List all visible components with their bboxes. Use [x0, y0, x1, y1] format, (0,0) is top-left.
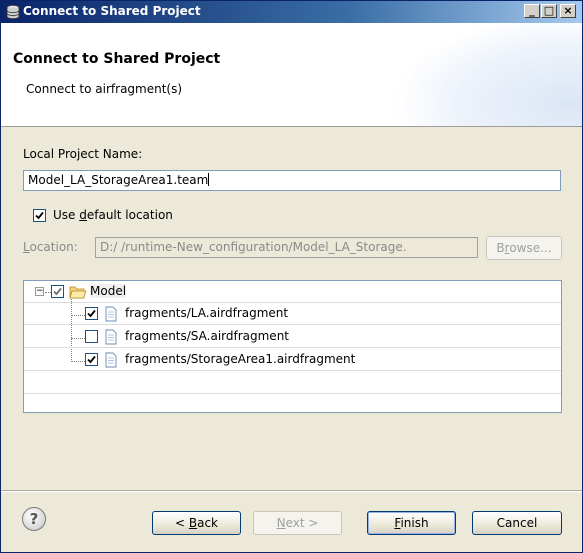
cancel-button[interactable]: Cancel: [472, 511, 562, 535]
minimize-button[interactable]: _: [524, 4, 540, 18]
tree-item-label: fragments/StorageArea1.airdfragment: [125, 352, 356, 366]
maximize-icon: □: [543, 4, 555, 17]
database-icon: [6, 4, 20, 20]
checkmark-icon: [53, 287, 62, 296]
local-project-name-label: Local Project Name:: [23, 147, 143, 161]
use-default-location-checkbox[interactable]: [33, 209, 46, 222]
dialog-window: Connect to Shared Project _ □ × Connect …: [0, 0, 583, 553]
use-default-location-mnemonic: d: [79, 208, 87, 222]
collapse-icon[interactable]: −: [35, 287, 44, 296]
tree-row-model[interactable]: − Model: [24, 281, 561, 303]
location-label-rest: ocation:: [29, 240, 78, 254]
finish-button[interactable]: Finish: [367, 511, 456, 535]
page-title: Connect to Shared Project: [13, 51, 221, 67]
next-button[interactable]: Next >: [253, 511, 342, 535]
location-input[interactable]: D:/ /runtime-New_configuration/Model_LA_…: [95, 237, 478, 258]
window-title: Connect to Shared Project: [23, 4, 201, 18]
close-button[interactable]: ×: [560, 4, 576, 18]
tree-row-fragment-storagearea1[interactable]: fragments/StorageArea1.airdfragment: [24, 349, 561, 371]
fragment-la-checkbox[interactable]: [85, 307, 98, 320]
browse-label-post: owse...: [509, 241, 552, 255]
fragment-sa-checkbox[interactable]: [85, 330, 98, 343]
banner-decoration: [392, 23, 582, 126]
footer-separator: [1, 490, 582, 492]
local-project-name-input[interactable]: Model_LA_StorageArea1.team: [23, 170, 561, 191]
question-mark-icon[interactable]: ?: [22, 507, 46, 531]
model-checkbox[interactable]: [51, 285, 64, 298]
checkmark-icon: [87, 309, 96, 318]
browse-label-pre: B: [496, 241, 505, 255]
title-bar[interactable]: Connect to Shared Project _ □ ×: [1, 1, 582, 23]
document-icon: [105, 329, 117, 345]
fragment-storagearea1-checkbox[interactable]: [85, 353, 98, 366]
browse-button[interactable]: Browse...: [486, 236, 562, 260]
local-project-name-value: Model_LA_StorageArea1.team: [28, 173, 209, 187]
folder-open-icon: [69, 286, 87, 299]
tree-item-label: fragments/LA.airdfragment: [125, 306, 289, 320]
minimize-icon: _: [529, 4, 535, 17]
use-default-location-label-post: efault location: [86, 208, 173, 222]
location-label: Location:: [23, 240, 78, 254]
tree-item-label: fragments/SA.airdfragment: [125, 329, 289, 343]
maximize-button[interactable]: □: [541, 4, 557, 18]
use-default-location-label[interactable]: Use default location: [53, 208, 173, 222]
fragment-tree[interactable]: − Model fragments/LA.airdfragment fragme…: [23, 280, 562, 413]
checkmark-icon: [35, 211, 44, 220]
finish-label-post: inish: [400, 516, 429, 530]
next-label-post: ext >: [285, 516, 319, 530]
back-mnemonic: B: [188, 516, 198, 530]
document-icon: [105, 352, 117, 368]
next-mnemonic: N: [276, 516, 286, 530]
back-label-post: ack: [197, 516, 218, 530]
back-label-pre: <: [174, 516, 189, 530]
text-caret: [208, 173, 210, 186]
back-button[interactable]: < Back: [152, 511, 241, 535]
use-default-location-label-pre: Use: [53, 208, 80, 222]
wizard-banner: Connect to Shared Project Connect to air…: [1, 23, 582, 127]
document-icon: [105, 306, 117, 322]
tree-item-label: Model: [90, 284, 127, 298]
page-description: Connect to airfragment(s): [26, 82, 183, 96]
tree-row-empty: [24, 395, 561, 412]
close-icon: ×: [563, 4, 573, 17]
tree-row-empty: [24, 372, 561, 394]
checkmark-icon: [87, 355, 96, 364]
tree-row-fragment-la[interactable]: fragments/LA.airdfragment: [24, 303, 561, 325]
tree-row-fragment-sa[interactable]: fragments/SA.airdfragment: [24, 326, 561, 348]
